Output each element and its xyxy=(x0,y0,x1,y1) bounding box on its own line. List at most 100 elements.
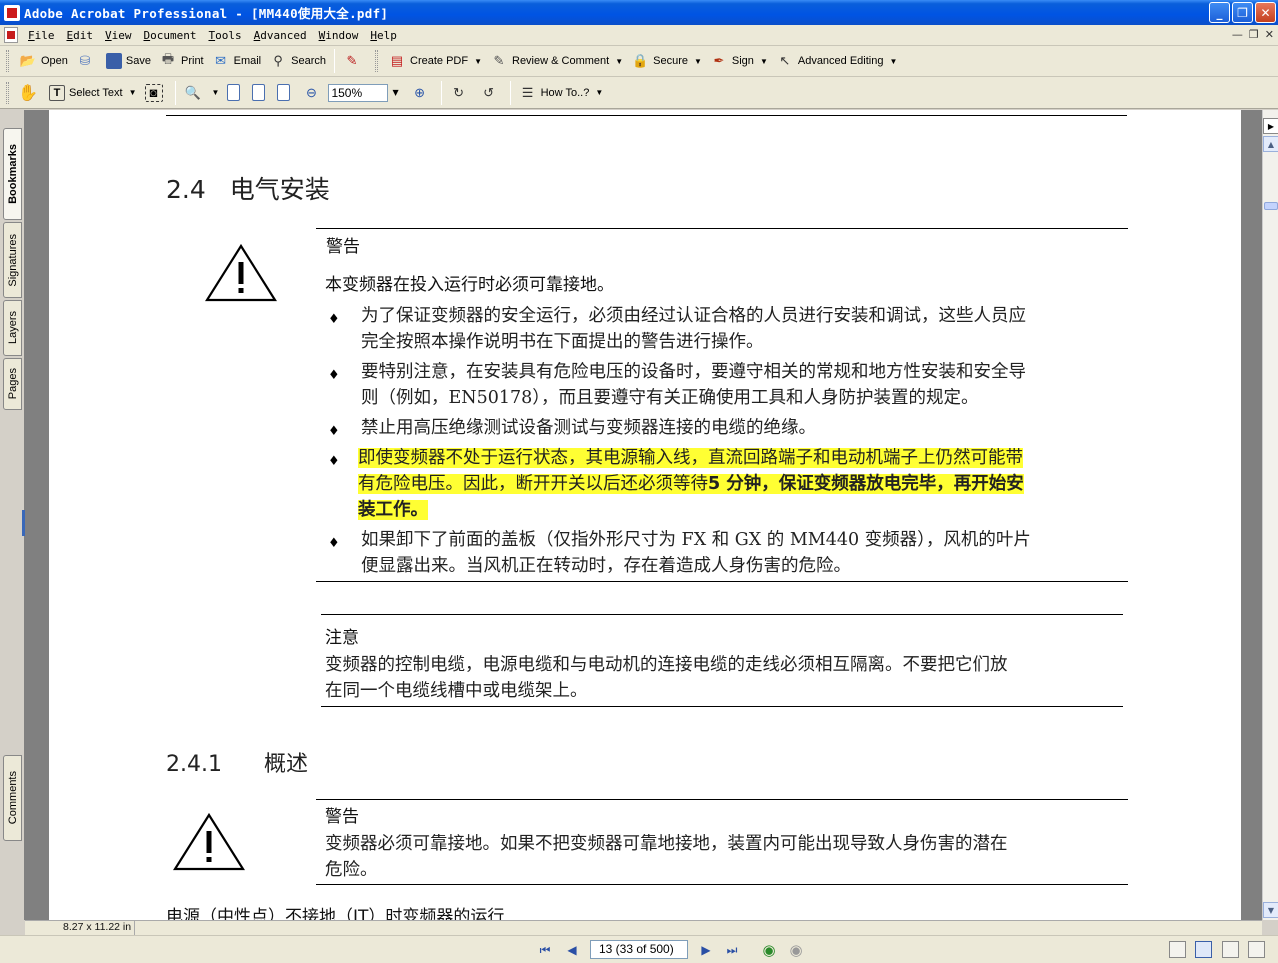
close-button[interactable]: ✕ xyxy=(1255,2,1276,23)
highlight-annotation-bold[interactable]: 装工作。 xyxy=(358,500,428,520)
review-comment-button[interactable]: ✎ Review & Comment ▼ xyxy=(486,49,627,73)
bullet-diamond-icon: ♦ xyxy=(328,536,340,551)
tab-signatures[interactable]: Signatures xyxy=(3,222,22,298)
scroll-down-arrow-icon[interactable]: ▼ xyxy=(1263,902,1278,918)
note-text-rest: 必须相互隔离。不要把它们放 xyxy=(780,655,1008,675)
actual-size-button[interactable] xyxy=(223,81,248,105)
warning2-box-top-rule xyxy=(316,799,1128,800)
restore-button[interactable]: ❐ xyxy=(1232,2,1253,23)
document-icon[interactable] xyxy=(4,27,18,43)
highlight-annotation[interactable]: 有危险电压。因此，断开开关以后还必须等待 xyxy=(358,474,708,494)
sign-button[interactable]: ✒ Sign ▼ xyxy=(706,49,772,73)
search-button[interactable]: ⚲ Search xyxy=(265,49,330,73)
single-page-view-icon[interactable] xyxy=(1169,941,1186,958)
toolbar-separator xyxy=(440,80,442,105)
continuous-facing-view-icon[interactable] xyxy=(1248,941,1265,958)
doc-close-icon[interactable]: ✕ xyxy=(1265,28,1274,41)
subsection-number: 2.4.1 xyxy=(166,752,222,777)
tab-layers[interactable]: Layers xyxy=(3,300,22,356)
touchup-icon: ↖ xyxy=(779,53,791,68)
secure-label: Secure xyxy=(653,55,688,67)
rotate-counterclockwise-icon: ↺ xyxy=(483,84,495,100)
open-button[interactable]: 📂 Open xyxy=(15,49,72,73)
scroll-thumb[interactable] xyxy=(1264,202,1278,210)
warning2-text-rest: 如果不把变频器可靠地接地，装置内可能出现导致人身伤害的潜在 xyxy=(500,834,1008,854)
toolbar-separator xyxy=(174,80,176,105)
forms-button[interactable]: ✎ xyxy=(339,49,369,73)
rotate-clockwise-button[interactable]: ↻ xyxy=(446,81,476,105)
fit-page-button[interactable] xyxy=(248,81,273,105)
view-toolbar: ✋ T Select Text ▼ ◙ 🔍 ▼ ⊖ 150% ▼ ⊕ ↻ ↺ ☰… xyxy=(0,77,1278,109)
fit-width-icon xyxy=(277,84,291,101)
tab-comments[interactable]: Comments xyxy=(3,755,22,841)
toolbar-grip[interactable] xyxy=(6,50,9,72)
next-page-icon[interactable]: ▶ xyxy=(697,941,715,959)
create-pdf-label: Create PDF xyxy=(410,55,469,67)
zoom-dropdown-icon[interactable]: ▼ xyxy=(392,88,398,97)
zoom-in-button[interactable]: ⊕ xyxy=(407,81,437,105)
menu-edit[interactable]: Edit xyxy=(61,29,100,42)
rotate-counterclockwise-button[interactable]: ↺ xyxy=(476,81,506,105)
minimize-button[interactable]: _ xyxy=(1209,2,1230,23)
zoom-input[interactable]: 150% xyxy=(328,83,389,102)
zoom-in-tool-button[interactable]: 🔍 ▼ xyxy=(180,81,224,105)
tab-bookmarks[interactable]: Bookmarks xyxy=(3,128,22,220)
bullet-diamond-icon: ♦ xyxy=(328,312,340,327)
print-button[interactable]: 🖶 Print xyxy=(155,49,208,73)
pen-icon: ✒ xyxy=(713,53,725,68)
doc-minimize-icon[interactable]: — xyxy=(1232,28,1243,41)
go-back-icon[interactable]: ◉ xyxy=(760,941,778,959)
toolbar-separator xyxy=(334,49,335,73)
window-title: Adobe Acrobat Professional - [MM440使用大全.… xyxy=(24,6,389,21)
zoom-out-button[interactable]: ⊖ xyxy=(298,81,328,105)
menu-view[interactable]: View xyxy=(99,29,138,42)
continuous-view-icon[interactable] xyxy=(1195,941,1212,958)
menu-window[interactable]: Window xyxy=(313,29,365,42)
page-number-field[interactable]: 13 (33 of 500) xyxy=(590,940,688,959)
first-page-icon[interactable]: ⏮ xyxy=(536,941,554,959)
menu-tools[interactable]: Tools xyxy=(202,29,247,42)
fit-width-button[interactable] xyxy=(273,81,298,105)
hand-tool-button[interactable]: ✋ xyxy=(15,81,45,105)
snapshot-button[interactable]: ◙ xyxy=(141,81,171,105)
select-text-button[interactable]: T Select Text ▼ xyxy=(45,81,141,105)
vertical-scrollbar[interactable]: ▶ ▲ ▼ xyxy=(1262,110,1278,920)
bullet-1-text: 为了保证变频器的安全运行，必须由经过认证合格的人员进行安装和调试，这些人员应 完… xyxy=(361,303,1026,355)
how-to-button[interactable]: ☰ How To..? ▼ xyxy=(515,81,608,105)
menu-file[interactable]: File xyxy=(22,29,61,42)
email-button[interactable]: ✉ Email xyxy=(208,49,266,73)
bullet-3-text: 禁止用高压绝缘测试设备测试与变频器连接的电缆的绝缘。 xyxy=(361,418,816,438)
hand-icon: ✋ xyxy=(18,84,38,102)
tab-pages[interactable]: Pages xyxy=(3,358,22,410)
toolbar-grip[interactable] xyxy=(375,50,378,72)
facing-view-icon[interactable] xyxy=(1222,941,1239,958)
menu-document[interactable]: Document xyxy=(138,29,203,42)
organizer-button[interactable]: ⛁ xyxy=(72,49,102,73)
tab-bookmarks-label: Bookmarks xyxy=(6,144,19,204)
note-bold-text: 变频器的控制电缆，电源电缆和与电动机的连接电缆的走线 xyxy=(325,655,780,675)
magnifier-icon: 🔍 xyxy=(184,84,201,100)
document-viewport[interactable]: 2.4 电气安装 警告 本变频器在投入运行时必须可靠接地。 ♦ 为了保证变频器的安… xyxy=(25,110,1262,920)
select-text-label: Select Text xyxy=(69,86,123,99)
secure-button[interactable]: 🔒 Secure ▼ xyxy=(627,49,706,73)
save-button[interactable]: Save xyxy=(102,49,155,73)
scroll-up-arrow-icon[interactable]: ▲ xyxy=(1263,136,1278,152)
last-page-icon[interactable]: ⏭ xyxy=(723,941,741,959)
horizontal-scrollbar[interactable]: 8.27 x 11.22 in xyxy=(25,920,1262,935)
toolbar-grip[interactable] xyxy=(6,81,9,104)
advanced-editing-button[interactable]: ↖ Advanced Editing ▼ xyxy=(772,49,902,73)
panel-toggle-arrow-icon[interactable]: ▶ xyxy=(1263,118,1278,134)
highlight-annotation[interactable]: 即使变频器不处于运行状态，其电源输入线，直流回路端子和电动机端子上仍然可能带 xyxy=(358,448,1023,468)
highlight-annotation-bold[interactable]: 5 分钟，保证变频器放电完毕，再开始安 xyxy=(708,474,1024,494)
go-forward-icon[interactable]: ◉ xyxy=(787,941,805,959)
pdf-page: 2.4 电气安装 警告 本变频器在投入运行时必须可靠接地。 ♦ 为了保证变频器的安… xyxy=(49,110,1241,920)
create-pdf-button[interactable]: ▤ Create PDF ▼ xyxy=(384,49,486,73)
menu-help[interactable]: Help xyxy=(364,29,403,42)
binoculars-icon: ⚲ xyxy=(273,53,283,68)
doc-restore-icon[interactable]: ❐ xyxy=(1249,28,1259,41)
note-box-top-rule xyxy=(321,614,1123,615)
advanced-editing-label: Advanced Editing xyxy=(797,55,884,67)
menu-advanced[interactable]: Advanced xyxy=(248,29,313,42)
organizer-icon: ⛁ xyxy=(79,53,91,68)
previous-page-icon[interactable]: ◀ xyxy=(563,941,581,959)
